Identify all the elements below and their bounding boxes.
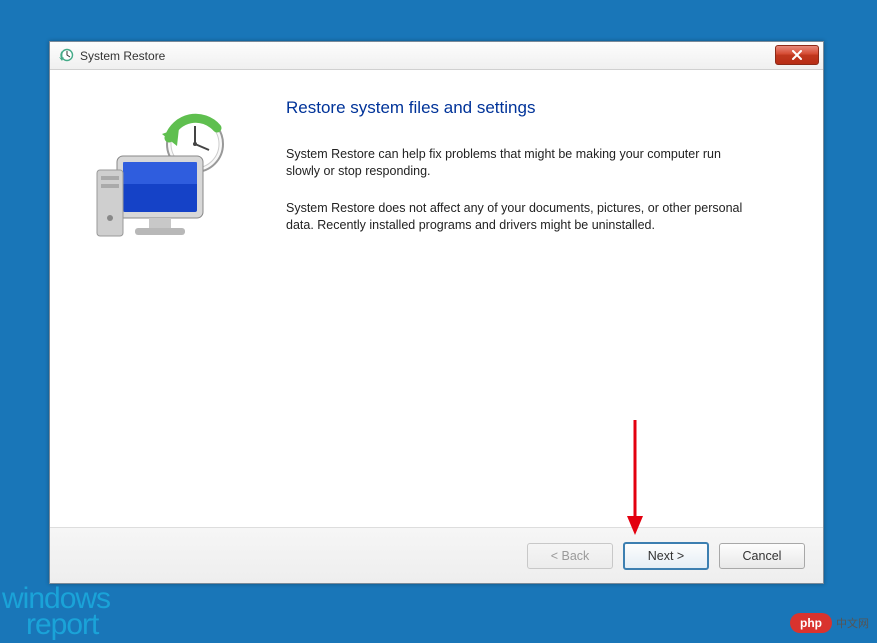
php-text: 中文网	[836, 615, 869, 631]
window-title: System Restore	[80, 49, 165, 63]
system-restore-illustration	[87, 108, 247, 268]
watermark-line2: report	[2, 612, 110, 638]
back-button: < Back	[527, 543, 613, 569]
intro-paragraph-1: System Restore can help fix problems tha…	[286, 146, 756, 180]
page-heading: Restore system files and settings	[286, 98, 795, 118]
wizard-text-pane: Restore system files and settings System…	[284, 70, 823, 527]
wizard-image-pane	[50, 70, 284, 527]
cancel-button[interactable]: Cancel	[719, 543, 805, 569]
content-area: Restore system files and settings System…	[50, 70, 823, 527]
close-button[interactable]	[775, 45, 819, 65]
close-icon	[791, 50, 803, 60]
titlebar: System Restore	[50, 42, 823, 70]
php-badge: php	[790, 613, 832, 633]
intro-paragraph-2: System Restore does not affect any of yo…	[286, 200, 756, 234]
php-watermark: php 中文网	[790, 613, 869, 633]
system-restore-icon	[58, 48, 74, 64]
windowsreport-watermark: windows report	[2, 586, 110, 637]
next-button[interactable]: Next >	[623, 542, 709, 570]
system-restore-window: System Restore	[49, 41, 824, 584]
wizard-button-row: < Back Next > Cancel	[50, 527, 823, 583]
